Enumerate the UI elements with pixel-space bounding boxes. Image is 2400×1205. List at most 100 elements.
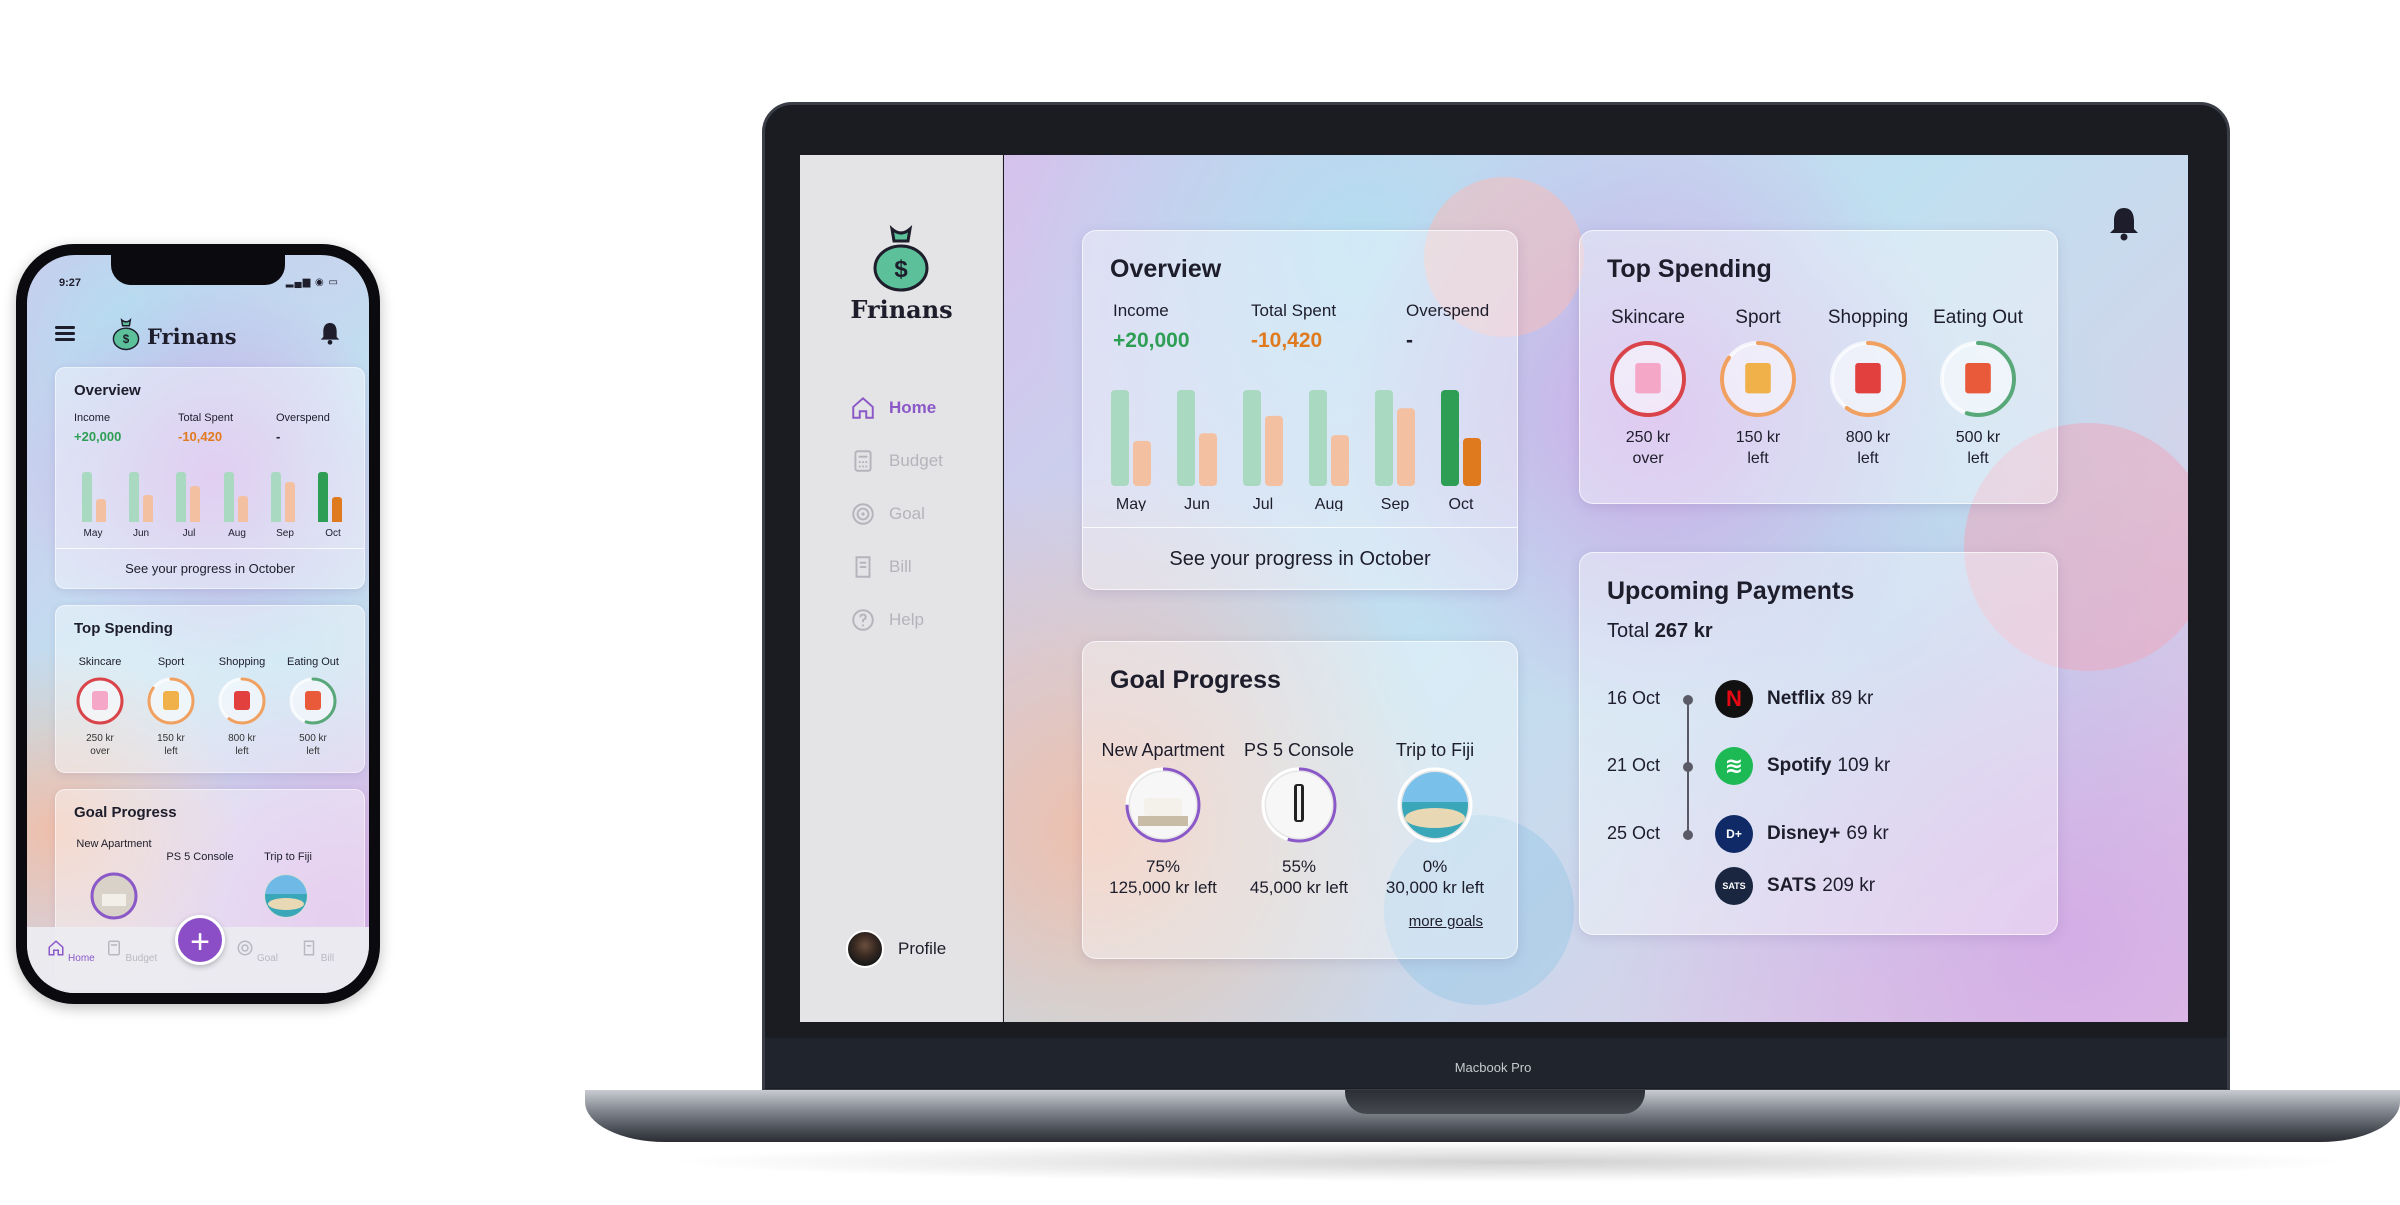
payment-name: SATS [1767, 875, 1817, 896]
spent-bar [1199, 433, 1217, 486]
sidebar-item-help[interactable]: Help [850, 605, 924, 635]
spent-bar [284, 481, 295, 522]
month-label: Aug [1315, 496, 1343, 511]
spending-item[interactable]: Shopping 800 kr left [1818, 307, 1918, 469]
main-content: Overview Income +20,000 Total Spent -10,… [1004, 155, 2188, 1022]
spending-item[interactable]: Shopping 800 kr left [210, 656, 274, 758]
overview-title: Overview [1110, 255, 1222, 283]
sidebar: $ Frinans Home Budget Goal Bill Help Pro… [800, 155, 1003, 1022]
spending-item[interactable]: Eating Out 500 kr left [1928, 307, 2028, 469]
month-label: May [1116, 496, 1146, 511]
payment-row[interactable]: N Netflix 89 kr [1715, 680, 1873, 718]
overspend-value: - [1406, 329, 1413, 352]
svg-text:$: $ [123, 333, 130, 346]
sidebar-item-bill[interactable]: Bill [850, 552, 912, 582]
phone-tab-goal[interactable]: Goal [227, 939, 287, 964]
spent-bar [1463, 438, 1481, 486]
goal-percent: 55% [1281, 857, 1317, 876]
spent-bar [331, 497, 342, 522]
phone-top-spending-title: Top Spending [74, 620, 173, 637]
month-label: Sep [1381, 496, 1410, 511]
overspend-value: - [276, 429, 281, 444]
phone-bar-pair [176, 472, 201, 522]
top-spending-card: Top Spending Skincare 250 kr over Sport 150 … [1579, 230, 2058, 504]
phone-tab-budget[interactable]: Budget [101, 939, 161, 964]
laptop-shadow [660, 1142, 2360, 1182]
spending-note: 150 kr left [1735, 429, 1781, 467]
month-label: Jun [1184, 496, 1210, 511]
tennis-racket-icon [1718, 339, 1798, 419]
month-label: May [83, 528, 103, 539]
sats-logo-icon: SATS [1715, 867, 1753, 905]
bell-icon[interactable] [319, 321, 341, 345]
overspend-label: Overspend [1406, 301, 1490, 320]
month-label: Jul [1253, 496, 1273, 511]
budget-icon [107, 940, 120, 956]
month-label: Aug [228, 528, 246, 539]
phone-bar-pair [317, 472, 342, 522]
more-goals-link[interactable]: more goals [1409, 913, 1483, 930]
overspend-stat: Overspend - [1406, 301, 1489, 353]
goal-name: Trip to Fiji [1395, 740, 1475, 760]
goal-icon [237, 940, 253, 956]
payment-row[interactable]: SATS SATS 209 kr [1715, 867, 1875, 905]
sidebar-item-goal[interactable]: Goal [850, 499, 925, 529]
spending-item[interactable]: Sport 150 kr left [1708, 307, 1808, 469]
income-bar [1375, 390, 1393, 486]
goal-item[interactable]: Trip to Fiji 0% 30,000 kr left [1365, 720, 1505, 898]
money-bag-logo-icon: $ [873, 225, 929, 292]
payment-date: 16 Oct [1607, 688, 1661, 708]
income-label: Income [74, 412, 111, 424]
sidebar-item-label: Help [889, 610, 924, 629]
skincare-icon [75, 676, 125, 726]
status-icons: ▂▄▆ ◉ ▭ [285, 277, 339, 288]
phone-screen: 9:27 ▂▄▆ ◉ ▭ $ Frinans Overview Income +… [27, 255, 369, 993]
spending-item[interactable]: Eating Out 500 kr left [281, 656, 345, 758]
phone-progress-link[interactable]: See your progress in October [56, 548, 364, 588]
phone-tab-goal-label: Goal [256, 953, 278, 964]
sidebar-item-label: Bill [889, 557, 912, 576]
sidebar-item-label: Budget [889, 451, 943, 470]
phone-overview-card[interactable]: Overview Income +20,000 Total Spent -10,… [55, 367, 365, 589]
spending-item[interactable]: Skincare 250 kr over [1598, 307, 1698, 469]
add-button[interactable]: + [175, 915, 225, 965]
bell-icon[interactable] [2108, 205, 2140, 241]
phone-tab-home[interactable]: Home [41, 939, 101, 964]
sidebar-profile[interactable]: Profile [846, 930, 946, 968]
phone-tab-bill[interactable]: Bill [287, 939, 347, 964]
brand-name: Frinans [850, 295, 953, 324]
console-icon [1260, 766, 1338, 844]
payment-row[interactable]: D+ Disney+ 69 kr [1715, 815, 1889, 853]
spending-item[interactable]: Sport 150 kr left [139, 656, 203, 758]
spending-note: 250 kr over [1625, 429, 1671, 467]
payment-name: Netflix [1767, 688, 1826, 709]
progress-link[interactable]: See your progress in October [1083, 527, 1517, 589]
avatar [846, 930, 884, 968]
phone-goal-fiji: Trip to Fiji [264, 851, 312, 863]
spent-bar [190, 485, 201, 522]
hamburger-menu-icon[interactable] [55, 323, 75, 341]
phone-notch [111, 255, 285, 285]
laptop-model-label: Macbook Pro [1454, 1060, 1532, 1075]
spent-bar [1133, 440, 1151, 486]
spent-bar [1331, 435, 1349, 486]
phone-overview-bars [82, 470, 342, 522]
goal-item[interactable]: New Apartment 75% 125,000 kr left [1093, 720, 1233, 898]
goal-item[interactable]: PS 5 Console 55% 45,000 kr left [1229, 720, 1369, 898]
income-bar [317, 472, 328, 522]
phone-header: $ Frinans [27, 317, 369, 353]
payment-row[interactable]: ≋ Spotify 109 kr [1715, 747, 1890, 785]
phone-bar-pair [82, 472, 106, 522]
spent-bar [1265, 415, 1283, 486]
payment-name: Spotify [1767, 755, 1832, 776]
total-label: Total [1607, 620, 1650, 642]
spending-category: Eating Out [287, 656, 339, 668]
laptop-screen: $ Frinans Home Budget Goal Bill Help Pro… [800, 155, 2188, 1022]
spending-item[interactable]: Skincare 250 kr over [68, 656, 132, 758]
sidebar-item-home[interactable]: Home [850, 393, 936, 423]
phone-overspend-stat: Overspend - [276, 412, 330, 444]
spent-bar [237, 495, 248, 522]
phone-tab-bill-label: Bill [320, 953, 335, 964]
total-value: 267 kr [1654, 620, 1713, 642]
sidebar-item-budget[interactable]: Budget [850, 446, 943, 476]
